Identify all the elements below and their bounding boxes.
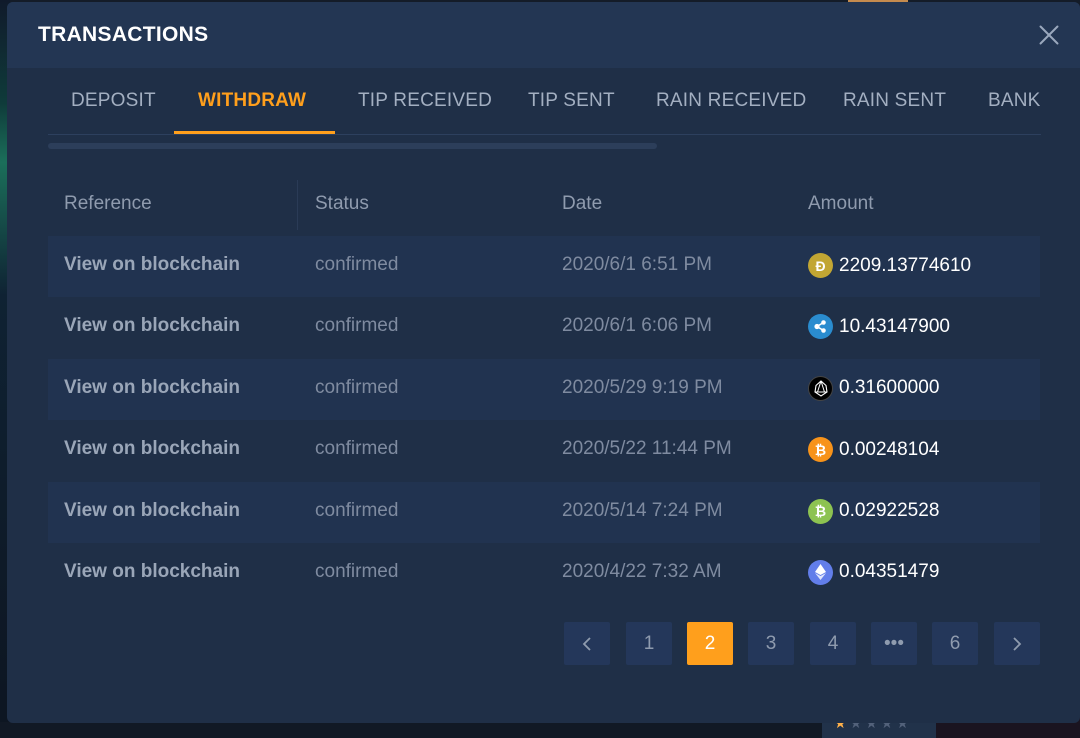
tab-bank[interactable]: BANK [988,90,1041,112]
amount-value: 0.04351479 [839,561,940,583]
modal-header: TRANSACTIONS [7,2,1080,68]
tab-tip-received[interactable]: TIP RECEIVED [358,90,492,112]
table-row: View on blockchain confirmed 2020/5/14 7… [48,481,1040,543]
amount-value: 0.31600000 [839,377,940,399]
amount-cell: 0.31600000 [808,375,940,401]
date-text: 2020/4/22 7:32 AM [562,560,722,582]
status-text: confirmed [315,499,399,521]
status-text: confirmed [315,376,399,398]
xrp-icon [808,314,833,340]
chevron-left-icon[interactable] [564,622,610,665]
amount-value: 10.43147900 [839,315,950,337]
amount-value: 0.00248104 [839,438,940,460]
page-button-6[interactable]: 6 [932,622,978,665]
table-row: View on blockchain confirmed 2020/5/22 1… [48,420,1040,481]
active-tab-indicator [174,131,335,134]
chevron-right-icon[interactable] [994,622,1040,665]
date-text: 2020/5/29 9:19 PM [562,376,723,398]
blockchain-link[interactable]: View on blockchain [64,500,240,522]
modal-title: TRANSACTIONS [38,23,209,46]
tab-rain-received[interactable]: RAIN RECEIVED [656,90,806,112]
column-divider [297,180,298,230]
blockchain-link[interactable]: View on blockchain [64,438,240,460]
close-icon[interactable] [1036,22,1062,48]
transactions-modal: TRANSACTIONS DEPOSIT WITHDRAW TIP RECEIV… [7,2,1080,723]
table-row: View on blockchain confirmed 2020/4/22 7… [48,543,1040,604]
amount-cell: ₿ 0.00248104 [808,437,940,463]
page-button-2-current[interactable]: 2 [687,622,733,665]
table-row: View on blockchain confirmed 2020/6/1 6:… [48,236,1040,298]
header-reference: Reference [64,193,152,214]
page-button-3[interactable]: 3 [748,622,794,665]
tab-bar: DEPOSIT WITHDRAW TIP RECEIVED TIP SENT R… [48,68,1041,135]
blockchain-link[interactable]: View on blockchain [64,377,240,399]
eth-icon [808,559,833,585]
table-row: View on blockchain confirmed 2020/5/29 9… [48,358,1040,421]
amount-cell: ₿ 0.02922528 [808,498,940,524]
tab-deposit[interactable]: DEPOSIT [71,90,156,112]
tab-tip-sent[interactable]: TIP SENT [528,90,615,112]
transactions-table: Reference Status Date Amount View on blo… [48,174,1040,604]
page-button-1[interactable]: 1 [626,622,672,665]
date-text: 2020/6/1 6:06 PM [562,315,712,337]
page-button-4[interactable]: 4 [810,622,856,665]
blockchain-link[interactable]: View on blockchain [64,315,240,337]
amount-cell: 10.43147900 [808,314,950,340]
doge-icon: Ð [808,253,833,278]
amount-cell: Ð 2209.13774610 [808,253,971,278]
date-text: 2020/5/14 7:24 PM [562,499,723,521]
eos-icon [808,375,833,401]
header-date: Date [562,193,603,214]
amount-value: 0.02922528 [839,500,940,522]
header-amount: Amount [808,193,874,214]
tab-rain-sent[interactable]: RAIN SENT [843,90,946,112]
blockchain-link[interactable]: View on blockchain [64,254,240,276]
amount-value: 2209.13774610 [839,254,972,276]
blockchain-link[interactable]: View on blockchain [64,561,240,583]
tab-withdraw[interactable]: WITHDRAW [198,90,306,112]
header-status: Status [315,193,369,214]
amount-cell: 0.04351479 [808,559,940,585]
btc-icon: ₿ [808,437,833,463]
bch-icon: ₿ [808,498,833,524]
status-text: confirmed [315,254,399,275]
status-text: confirmed [315,438,399,460]
page-ellipsis[interactable]: ••• [871,622,917,665]
status-text: confirmed [315,315,399,337]
status-text: confirmed [315,560,399,582]
date-text: 2020/6/1 6:51 PM [562,254,712,275]
horizontal-scrollbar[interactable] [48,143,657,149]
table-row: View on blockchain confirmed 2020/6/1 6:… [48,297,1040,358]
date-text: 2020/5/22 11:44 PM [562,438,732,460]
table-header: Reference Status Date Amount [48,174,1040,236]
